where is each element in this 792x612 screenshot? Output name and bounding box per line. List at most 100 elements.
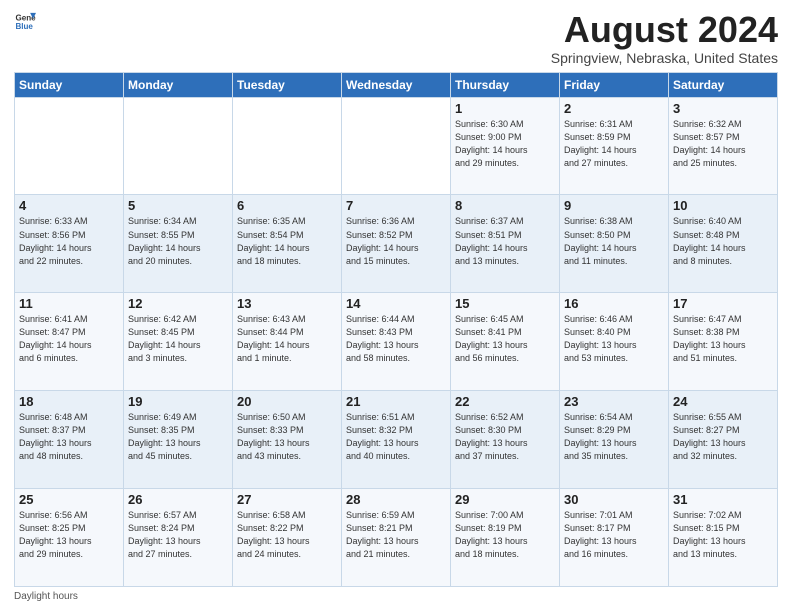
header-cell-monday: Monday [124, 72, 233, 97]
day-cell: 17 Sunrise: 6:47 AM Sunset: 8:38 PM Dayli… [669, 293, 778, 391]
day-number: 23 [564, 394, 664, 409]
day-cell [342, 97, 451, 195]
day-number: 16 [564, 296, 664, 311]
header: General Blue August 2024 Springview, Neb… [14, 10, 778, 66]
day-cell: 18 Sunrise: 6:48 AM Sunset: 8:37 PM Dayli… [15, 391, 124, 489]
day-cell: 6 Sunrise: 6:35 AM Sunset: 8:54 PM Daylig… [233, 195, 342, 293]
day-info: Sunrise: 6:32 AM Sunset: 8:57 PM Dayligh… [673, 118, 773, 170]
day-cell: 11Sunrise: 6:41 AM Sunset: 8:47 PM Dayli… [15, 293, 124, 391]
header-cell-sunday: Sunday [15, 72, 124, 97]
day-cell: 8Sunrise: 6:37 AM Sunset: 8:51 PM Daylig… [451, 195, 560, 293]
day-info: Sunrise: 6:54 AM Sunset: 8:29 PM Dayligh… [564, 411, 664, 463]
day-cell: 24 Sunrise: 6:55 AM Sunset: 8:27 PM Dayli… [669, 391, 778, 489]
day-number: 29 [455, 492, 555, 507]
day-number: 31 [673, 492, 773, 507]
day-cell: 4 Sunrise: 6:33 AM Sunset: 8:56 PM Daylig… [15, 195, 124, 293]
day-info: Sunrise: 6:46 AM Sunset: 8:40 PM Dayligh… [564, 313, 664, 365]
day-cell: 1Sunrise: 6:30 AM Sunset: 9:00 PM Daylig… [451, 97, 560, 195]
day-cell: 25 Sunrise: 6:56 AM Sunset: 8:25 PM Dayli… [15, 489, 124, 587]
day-number: 13 [237, 296, 337, 311]
day-info: Sunrise: 6:55 AM Sunset: 8:27 PM Dayligh… [673, 411, 773, 463]
day-cell: 10 Sunrise: 6:40 AM Sunset: 8:48 PM Dayli… [669, 195, 778, 293]
day-info: Sunrise: 6:44 AM Sunset: 8:43 PM Dayligh… [346, 313, 446, 365]
calendar-title: August 2024 [551, 10, 778, 50]
day-cell [124, 97, 233, 195]
calendar-table: SundayMondayTuesdayWednesdayThursdayFrid… [14, 72, 778, 587]
day-cell: 28Sunrise: 6:59 AM Sunset: 8:21 PM Dayli… [342, 489, 451, 587]
day-cell: 16 Sunrise: 6:46 AM Sunset: 8:40 PM Dayli… [560, 293, 669, 391]
day-info: Sunrise: 6:37 AM Sunset: 8:51 PM Dayligh… [455, 215, 555, 267]
week-row-0: 1Sunrise: 6:30 AM Sunset: 9:00 PM Daylig… [15, 97, 778, 195]
day-cell: 14 Sunrise: 6:44 AM Sunset: 8:43 PM Dayli… [342, 293, 451, 391]
day-number: 17 [673, 296, 773, 311]
day-info: Sunrise: 6:42 AM Sunset: 8:45 PM Dayligh… [128, 313, 228, 365]
day-info: Sunrise: 6:59 AM Sunset: 8:21 PM Dayligh… [346, 509, 446, 561]
day-number: 25 [19, 492, 119, 507]
day-cell [233, 97, 342, 195]
day-cell: 9 Sunrise: 6:38 AM Sunset: 8:50 PM Daylig… [560, 195, 669, 293]
day-number: 27 [237, 492, 337, 507]
day-number: 20 [237, 394, 337, 409]
day-number: 6 [237, 198, 337, 213]
day-cell [15, 97, 124, 195]
day-cell: 12 Sunrise: 6:42 AM Sunset: 8:45 PM Dayli… [124, 293, 233, 391]
day-cell: 15 Sunrise: 6:45 AM Sunset: 8:41 PM Dayli… [451, 293, 560, 391]
day-info: Sunrise: 6:51 AM Sunset: 8:32 PM Dayligh… [346, 411, 446, 463]
day-number: 12 [128, 296, 228, 311]
day-cell: 2Sunrise: 6:31 AM Sunset: 8:59 PM Daylig… [560, 97, 669, 195]
day-info: Sunrise: 6:49 AM Sunset: 8:35 PM Dayligh… [128, 411, 228, 463]
header-cell-wednesday: Wednesday [342, 72, 451, 97]
day-cell: 27Sunrise: 6:58 AM Sunset: 8:22 PM Dayli… [233, 489, 342, 587]
svg-text:Blue: Blue [15, 22, 33, 31]
day-info: Sunrise: 6:38 AM Sunset: 8:50 PM Dayligh… [564, 215, 664, 267]
day-info: Sunrise: 6:33 AM Sunset: 8:56 PM Dayligh… [19, 215, 119, 267]
day-number: 15 [455, 296, 555, 311]
header-cell-saturday: Saturday [669, 72, 778, 97]
day-info: Sunrise: 6:35 AM Sunset: 8:54 PM Dayligh… [237, 215, 337, 267]
day-number: 7 [346, 198, 446, 213]
day-cell: 31 Sunrise: 7:02 AM Sunset: 8:15 PM Dayli… [669, 489, 778, 587]
day-info: Sunrise: 6:48 AM Sunset: 8:37 PM Dayligh… [19, 411, 119, 463]
day-cell: 19Sunrise: 6:49 AM Sunset: 8:35 PM Dayli… [124, 391, 233, 489]
day-info: Sunrise: 6:45 AM Sunset: 8:41 PM Dayligh… [455, 313, 555, 365]
day-cell: 13 Sunrise: 6:43 AM Sunset: 8:44 PM Dayli… [233, 293, 342, 391]
day-number: 14 [346, 296, 446, 311]
logo: General Blue [14, 10, 36, 32]
day-number: 30 [564, 492, 664, 507]
day-number: 26 [128, 492, 228, 507]
day-info: Sunrise: 6:56 AM Sunset: 8:25 PM Dayligh… [19, 509, 119, 561]
day-info: Sunrise: 7:00 AM Sunset: 8:19 PM Dayligh… [455, 509, 555, 561]
day-info: Sunrise: 6:40 AM Sunset: 8:48 PM Dayligh… [673, 215, 773, 267]
day-number: 9 [564, 198, 664, 213]
day-info: Sunrise: 6:43 AM Sunset: 8:44 PM Dayligh… [237, 313, 337, 365]
header-cell-tuesday: Tuesday [233, 72, 342, 97]
header-cell-friday: Friday [560, 72, 669, 97]
day-cell: 21 Sunrise: 6:51 AM Sunset: 8:32 PM Dayli… [342, 391, 451, 489]
day-cell: 22Sunrise: 6:52 AM Sunset: 8:30 PM Dayli… [451, 391, 560, 489]
day-info: Sunrise: 6:36 AM Sunset: 8:52 PM Dayligh… [346, 215, 446, 267]
day-info: Sunrise: 6:57 AM Sunset: 8:24 PM Dayligh… [128, 509, 228, 561]
day-number: 18 [19, 394, 119, 409]
day-number: 2 [564, 101, 664, 116]
week-row-1: 4 Sunrise: 6:33 AM Sunset: 8:56 PM Daylig… [15, 195, 778, 293]
week-row-3: 18 Sunrise: 6:48 AM Sunset: 8:37 PM Dayli… [15, 391, 778, 489]
day-cell: 30 Sunrise: 7:01 AM Sunset: 8:17 PM Dayli… [560, 489, 669, 587]
day-cell: 23 Sunrise: 6:54 AM Sunset: 8:29 PM Dayli… [560, 391, 669, 489]
daylight-label: Daylight hours [14, 591, 78, 602]
day-number: 21 [346, 394, 446, 409]
day-info: Sunrise: 7:02 AM Sunset: 8:15 PM Dayligh… [673, 509, 773, 561]
day-info: Sunrise: 6:47 AM Sunset: 8:38 PM Dayligh… [673, 313, 773, 365]
day-number: 4 [19, 198, 119, 213]
header-row: SundayMondayTuesdayWednesdayThursdayFrid… [15, 72, 778, 97]
day-number: 22 [455, 394, 555, 409]
day-info: Sunrise: 6:34 AM Sunset: 8:55 PM Dayligh… [128, 215, 228, 267]
day-number: 24 [673, 394, 773, 409]
day-info: Sunrise: 7:01 AM Sunset: 8:17 PM Dayligh… [564, 509, 664, 561]
day-number: 1 [455, 101, 555, 116]
calendar-subtitle: Springview, Nebraska, United States [551, 50, 778, 66]
footer: Daylight hours [14, 591, 778, 602]
day-number: 3 [673, 101, 773, 116]
day-cell: 5Sunrise: 6:34 AM Sunset: 8:55 PM Daylig… [124, 195, 233, 293]
day-number: 10 [673, 198, 773, 213]
day-cell: 26 Sunrise: 6:57 AM Sunset: 8:24 PM Dayli… [124, 489, 233, 587]
